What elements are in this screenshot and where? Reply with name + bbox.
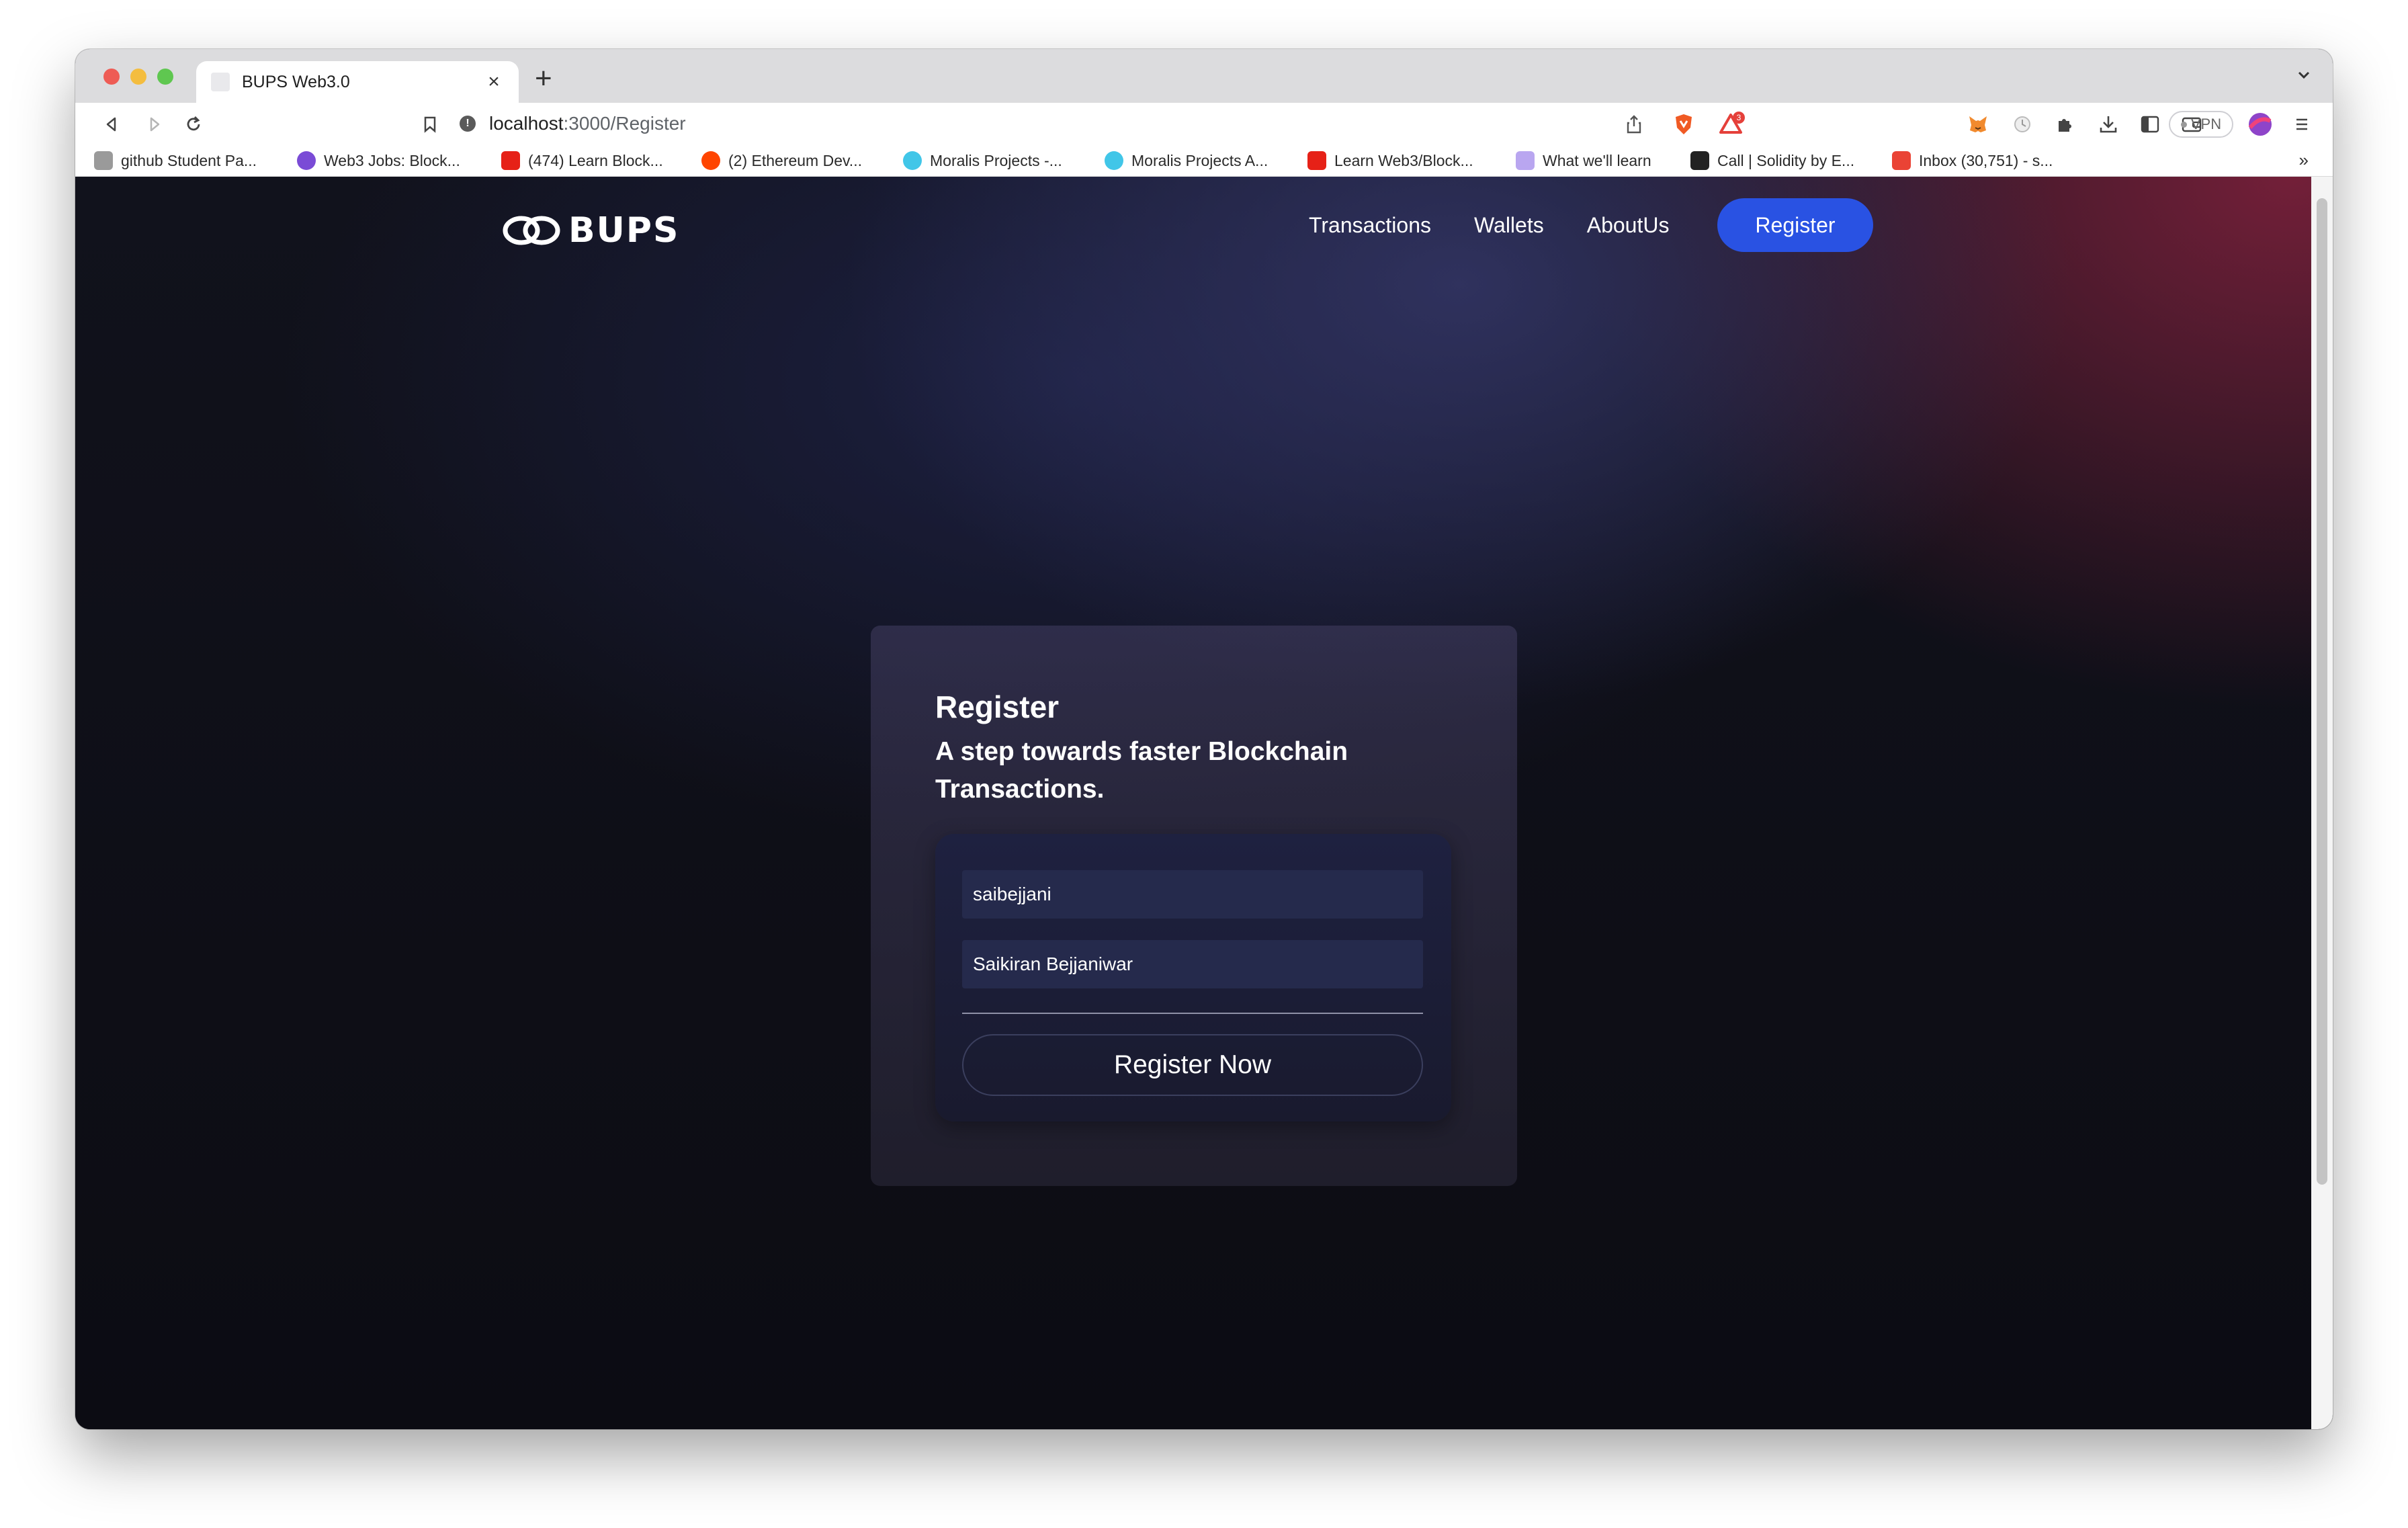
web3-jobs-icon: [297, 151, 316, 170]
fullname-input[interactable]: [962, 940, 1423, 988]
bookmark-item[interactable]: Call | Solidity by E...: [1690, 150, 1854, 171]
new-tab-button[interactable]: +: [535, 62, 552, 95]
youtube-icon: [501, 151, 520, 170]
bookmark-label: Learn Web3/Block...: [1334, 151, 1473, 169]
svg-text:3: 3: [1737, 113, 1742, 122]
course-icon: [1516, 151, 1535, 170]
bookmark-label: Moralis Projects -...: [930, 151, 1062, 169]
nav-about[interactable]: AboutUs: [1587, 212, 1670, 239]
bups-logo-icon: [503, 216, 560, 245]
tab-favicon-icon: [211, 73, 230, 91]
register-title: Register: [935, 689, 1060, 724]
share-icon[interactable]: [1621, 111, 1647, 138]
download-icon[interactable]: [2095, 111, 2122, 138]
solidity-icon: [1690, 151, 1709, 170]
bookmark-item[interactable]: (2) Ethereum Dev...: [701, 150, 862, 171]
bookmark-item[interactable]: Web3 Jobs: Block...: [297, 150, 460, 171]
sidebar-toggle-icon[interactable]: [2137, 111, 2163, 138]
bookmark-item[interactable]: Learn Web3/Block...: [1307, 150, 1473, 171]
menu-icon[interactable]: [2288, 111, 2315, 138]
close-window-button[interactable]: [103, 69, 120, 85]
bookmark-item[interactable]: Inbox (30,751) - s...: [1892, 150, 2053, 171]
back-icon[interactable]: [98, 111, 125, 138]
youtube-icon: [1307, 151, 1326, 170]
vpn-label: VPN: [2190, 116, 2222, 132]
bookmarks-bar: github Student Pa... Web3 Jobs: Block...…: [75, 144, 2333, 177]
extension-clock-icon[interactable]: [2009, 111, 2036, 138]
tab-active[interactable]: BUPS Web3.0 ×: [196, 61, 519, 103]
bookmark-label: Call | Solidity by E...: [1717, 151, 1855, 169]
bookmark-label: Web3 Jobs: Block...: [324, 151, 460, 169]
bookmark-icon[interactable]: [417, 111, 443, 138]
tab-title: BUPS Web3.0: [242, 72, 350, 91]
folder-icon: [94, 151, 113, 170]
reload-icon[interactable]: [180, 111, 207, 138]
username-input[interactable]: [962, 870, 1423, 919]
register-card: Register A step towards faster Blockchai…: [871, 626, 1517, 1186]
minimize-window-button[interactable]: [130, 69, 146, 85]
bookmark-label: (474) Learn Block...: [528, 151, 663, 169]
maximize-window-button[interactable]: [157, 69, 173, 85]
profile-avatar[interactable]: [2247, 111, 2274, 138]
bookmark-label: (2) Ethereum Dev...: [728, 151, 862, 169]
form-divider: [962, 1013, 1423, 1014]
brave-shields-icon[interactable]: [1670, 111, 1697, 138]
tab-strip: BUPS Web3.0 × +: [75, 49, 2333, 103]
browser-toolbar: ! localhost:3000/Register 3 VPN: [75, 103, 2333, 144]
nav-wallets[interactable]: Wallets: [1474, 212, 1544, 239]
bookmark-label: What we'll learn: [1543, 151, 1651, 169]
main-nav: Transactions Wallets AboutUs: [1309, 212, 1669, 239]
bookmark-label: Moralis Projects A...: [1131, 151, 1268, 169]
window-controls: [103, 69, 173, 85]
register-subtitle: A step towards faster Blockchain Transac…: [935, 737, 1348, 804]
more-bookmarks-icon[interactable]: »: [2299, 150, 2309, 171]
nav-transactions[interactable]: Transactions: [1309, 212, 1431, 239]
brave-rewards-icon[interactable]: 3: [1719, 111, 1746, 138]
vpn-status-icon: [2180, 121, 2187, 128]
forward-icon[interactable]: [141, 111, 168, 138]
browser-window: BUPS Web3.0 × + ! localhost:3000/Registe…: [75, 49, 2333, 1429]
brand-name: BUPS: [568, 210, 680, 251]
bookmark-item[interactable]: github Student Pa...: [94, 150, 257, 171]
chevron-down-icon[interactable]: [2295, 67, 2313, 89]
scrollbar-thumb[interactable]: [2317, 198, 2327, 1185]
tab-close-icon[interactable]: ×: [484, 71, 504, 93]
register-form: Register Now: [935, 834, 1451, 1121]
bookmark-item[interactable]: Moralis Projects A...: [1105, 150, 1268, 171]
nav-register-button[interactable]: Register: [1717, 198, 1873, 252]
metamask-fox-icon[interactable]: [1965, 111, 1991, 138]
extensions-puzzle-icon[interactable]: [2052, 111, 2079, 138]
gmail-icon: [1892, 151, 1911, 170]
brand-logo[interactable]: BUPS: [501, 210, 679, 251]
url-text: localhost:3000/Register: [489, 113, 686, 134]
bookmark-label: Inbox (30,751) - s...: [1919, 151, 2053, 169]
bookmark-item[interactable]: What we'll learn: [1516, 150, 1651, 171]
register-now-button[interactable]: Register Now: [962, 1034, 1423, 1096]
web-page: BUPS Transactions Wallets AboutUs Regist…: [75, 177, 2311, 1429]
site-info-icon[interactable]: !: [460, 116, 476, 132]
bookmark-item[interactable]: (474) Learn Block...: [501, 150, 663, 171]
moralis-icon: [903, 151, 922, 170]
vpn-button[interactable]: VPN: [2169, 111, 2233, 138]
address-bar[interactable]: ! localhost:3000/Register: [460, 108, 1770, 139]
bookmark-label: github Student Pa...: [121, 151, 257, 169]
bookmark-item[interactable]: Moralis Projects -...: [903, 150, 1062, 171]
moralis-icon: [1105, 151, 1123, 170]
reddit-icon: [701, 151, 720, 170]
